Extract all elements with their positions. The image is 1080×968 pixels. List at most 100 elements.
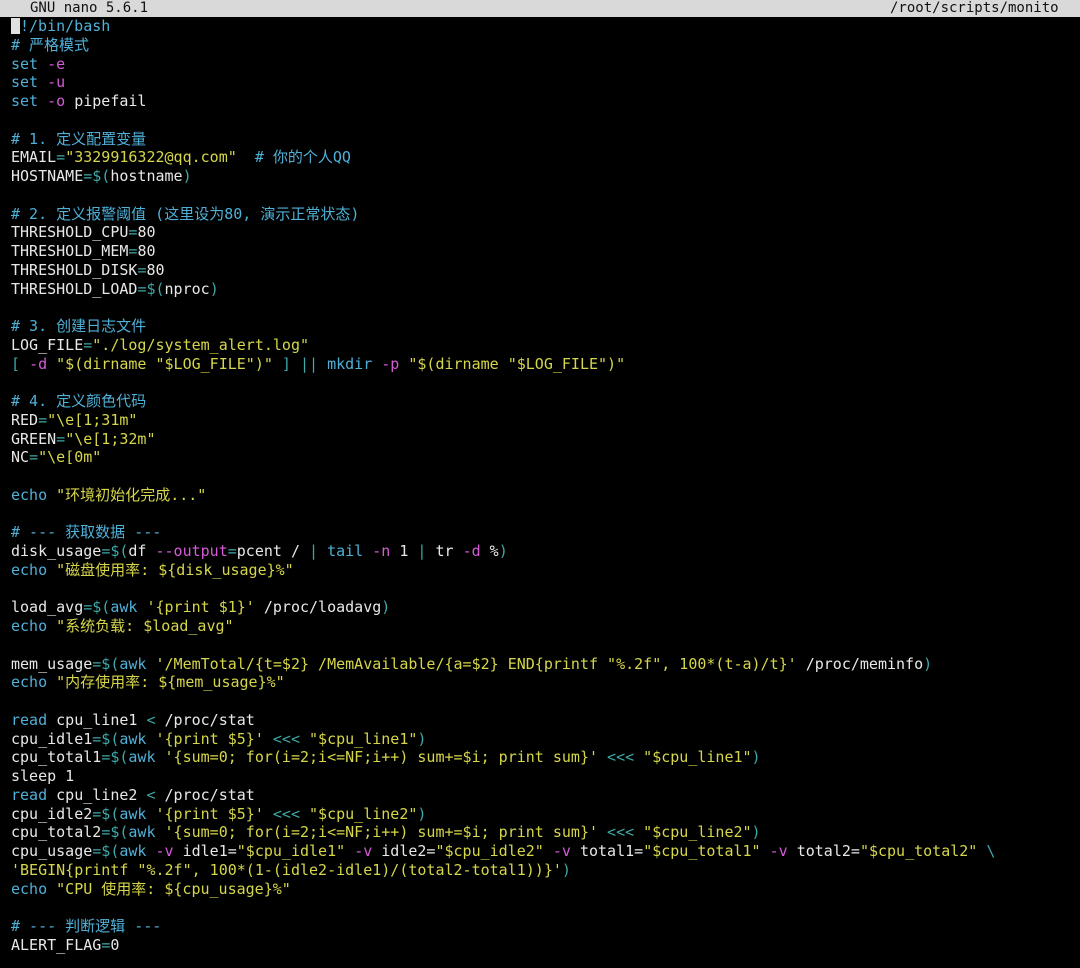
code-line: 'BEGIN{printf "%.2f", 100*(1-(idle2-idle… xyxy=(11,861,1080,880)
code-token: echo xyxy=(11,879,48,898)
code-token: # 1. 定义配置变量 xyxy=(11,129,147,148)
code-token: '{sum=0; for(i=2;i<=NF;i++) sum+=$i; pri… xyxy=(164,748,599,767)
code-token: -n xyxy=(372,542,391,560)
code-token: sleep 1 xyxy=(11,767,75,785)
code-token: "$cpu_idle1" xyxy=(236,842,346,860)
code-token: awk xyxy=(119,654,147,673)
code-token: pipefail xyxy=(65,92,147,110)
code-token: RED xyxy=(11,410,39,429)
code-token: 1 xyxy=(390,542,418,560)
code-token: % xyxy=(480,542,499,560)
code-line: echo "磁盘使用率: ${disk_usage}%" xyxy=(11,561,1080,580)
code-line: set -u xyxy=(11,73,1080,92)
code-token: = xyxy=(38,410,48,429)
code-token: awk xyxy=(119,804,147,823)
code-token: set xyxy=(11,54,39,73)
code-token: set xyxy=(11,73,39,92)
code-token: read xyxy=(11,710,48,729)
code-token: GREEN xyxy=(11,429,57,448)
editor-text-area[interactable]: !/bin/bash # 严格模式 set -e set -u set -o pipef… xyxy=(11,17,1080,955)
code-line: echo "CPU 使用率: ${cpu_usage}%" xyxy=(11,880,1080,899)
code-token: =$( xyxy=(92,654,120,673)
code-token: ) xyxy=(923,654,933,673)
code-token: read xyxy=(11,785,48,804)
code-token: mem_usage xyxy=(11,654,93,673)
code-token: df xyxy=(128,542,156,560)
code-line: read cpu_line2 < /proc/stat xyxy=(11,786,1080,805)
code-line: set -e xyxy=(11,55,1080,74)
code-token: "$cpu_line1" xyxy=(643,748,752,767)
code-token: = xyxy=(101,935,111,954)
code-token: | xyxy=(417,542,436,560)
code-token: ) xyxy=(561,860,571,879)
code-line: # 2. 定义报警阈值 (这里设为80, 演示正常状态) xyxy=(11,205,1080,224)
code-line: echo "环境初始化完成..." xyxy=(11,486,1080,505)
code-token: "$(dirname "$LOG_FILE")" xyxy=(56,354,273,373)
code-token: echo xyxy=(11,617,48,635)
code-token: -v xyxy=(552,842,571,860)
code-token: '{sum=0; for(i=2;i<=NF;i++) sum+=$i; pri… xyxy=(164,823,599,842)
code-line: GREEN="\e[1;32m" xyxy=(11,430,1080,449)
code-line: cpu_total1=$(awk '{sum=0; for(i=2;i<=NF;… xyxy=(11,748,1080,767)
code-token: '{print $5}' xyxy=(155,729,264,748)
code-token: <<< xyxy=(272,804,300,823)
code-line: EMAIL="3329916322@qq.com" # 你的个人QQ xyxy=(11,148,1080,167)
terminal-window: GNU nano 5.6.1 /root/scripts/monito !/bi… xyxy=(0,0,1080,968)
code-token: "\e[1;32m" xyxy=(65,429,156,448)
code-token: cpu_idle1 xyxy=(11,729,93,748)
code-token: EMAIL xyxy=(11,148,57,167)
code-line: disk_usage=$(df --output=pcent / | tail … xyxy=(11,542,1080,561)
code-line: THRESHOLD_CPU=80 xyxy=(11,223,1080,242)
code-token: # 4. 定义颜色代码 xyxy=(11,392,147,410)
code-token: =$( xyxy=(101,542,129,560)
code-token: tail xyxy=(327,542,364,560)
code-token: < xyxy=(146,785,156,804)
code-token: ) xyxy=(209,279,219,298)
code-line: THRESHOLD_DISK=80 xyxy=(11,261,1080,280)
code-token: cpu_total1 xyxy=(11,748,102,767)
code-token: awk xyxy=(110,598,138,617)
code-token: '{print $5}' xyxy=(155,804,264,823)
code-token: ) xyxy=(751,823,761,842)
code-line: echo "内存使用率: ${mem_usage}%" xyxy=(11,673,1080,692)
code-token: # 严格模式 xyxy=(11,35,90,54)
code-token: "系统负载: $load_avg" xyxy=(56,617,234,635)
code-line: # --- 判断逻辑 --- xyxy=(11,917,1080,936)
code-token: <<< xyxy=(607,823,635,842)
code-token: "$(dirname "$LOG_FILE")" xyxy=(408,354,626,373)
code-token: = xyxy=(29,448,39,467)
code-token: ) xyxy=(417,729,427,748)
code-line: load_avg=$(awk '{print $1}' /proc/loadav… xyxy=(11,598,1080,617)
code-token: # 你的个人QQ xyxy=(254,148,351,167)
code-token: [ xyxy=(11,354,30,373)
code-token: 80 xyxy=(146,260,165,279)
code-token: idle2= xyxy=(372,842,436,860)
code-token: <<< xyxy=(607,748,635,767)
code-token: 'BEGIN{printf "%.2f", 100*(1-(idle2-idle… xyxy=(11,860,562,879)
code-token: "./log/system_alert.log" xyxy=(92,335,310,354)
code-token: cpu_idle2 xyxy=(11,804,93,823)
code-line: RED="\e[1;31m" xyxy=(11,411,1080,430)
code-token: ) xyxy=(751,748,761,767)
code-token: nproc xyxy=(164,279,210,298)
nano-title-bar: GNU nano 5.6.1 /root/scripts/monito xyxy=(0,0,1080,17)
code-line: THRESHOLD_LOAD=$(nproc) xyxy=(11,280,1080,299)
code-token: THRESHOLD_DISK xyxy=(11,260,138,279)
code-token: = xyxy=(56,148,66,167)
code-token: \ xyxy=(977,842,996,860)
code-token: ) xyxy=(182,167,192,185)
